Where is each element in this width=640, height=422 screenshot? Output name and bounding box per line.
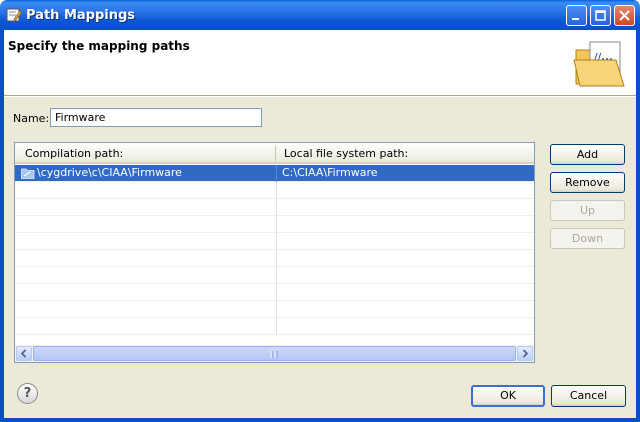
name-input[interactable] [50, 108, 262, 127]
table-row[interactable] [15, 233, 534, 250]
window-title: Path Mappings [26, 8, 136, 23]
local-path-cell: C:\CIAA\Firmware [282, 166, 378, 179]
window-frame-bottom [0, 418, 640, 422]
minimize-icon [572, 18, 579, 20]
scroll-thumb[interactable] [33, 346, 516, 361]
table-row[interactable] [15, 284, 534, 301]
close-button[interactable] [614, 5, 635, 26]
horizontal-scrollbar[interactable] [15, 345, 534, 362]
compilation-path-cell: \cygdrive\c\CIAA\Firmware [15, 165, 277, 182]
table-row[interactable] [15, 301, 534, 318]
window-frame-right [636, 30, 640, 422]
table-body: \cygdrive\c\CIAA\Firmware C:\CIAA\Firmwa… [15, 165, 534, 335]
up-button[interactable]: Up [550, 200, 625, 221]
table-header: Compilation path: Local file system path… [15, 143, 534, 164]
column-header-compilation-path[interactable]: Compilation path: [25, 147, 123, 160]
help-icon[interactable]: ? [17, 383, 38, 404]
chevron-right-icon [522, 349, 529, 358]
table-row[interactable] [15, 318, 534, 335]
remove-button[interactable]: Remove [550, 172, 625, 193]
minimize-button[interactable] [566, 5, 587, 26]
chevron-left-icon [20, 349, 27, 358]
scroll-left-button[interactable] [16, 346, 32, 361]
title-bar[interactable]: Path Mappings [0, 0, 640, 30]
grip-icon [270, 351, 278, 358]
add-button[interactable]: Add [550, 144, 625, 165]
folder-path-icon: //... [573, 41, 625, 87]
scroll-right-button[interactable] [517, 346, 533, 361]
maximize-button[interactable] [590, 5, 611, 26]
close-icon [619, 10, 630, 21]
table-row[interactable] [15, 199, 534, 216]
column-separator[interactable] [275, 146, 276, 161]
table-row[interactable] [15, 182, 534, 199]
table-row[interactable]: \cygdrive\c\CIAA\Firmware C:\CIAA\Firmwa… [15, 165, 534, 182]
table-row[interactable] [15, 216, 534, 233]
cancel-button[interactable]: Cancel [551, 385, 626, 407]
ok-button[interactable]: OK [471, 385, 545, 407]
table-row[interactable] [15, 250, 534, 267]
table-row[interactable] [15, 267, 534, 284]
path-mappings-table[interactable]: Compilation path: Local file system path… [14, 142, 535, 363]
folder-link-icon [21, 168, 35, 179]
compilation-path-text: \cygdrive\c\CIAA\Firmware [37, 166, 182, 179]
column-header-local-path[interactable]: Local file system path: [284, 147, 408, 160]
maximize-icon [595, 10, 606, 21]
name-label: Name: [13, 112, 50, 125]
edit-window-icon [6, 7, 22, 23]
banner-title: Specify the mapping paths [8, 39, 190, 53]
dialog-banner: Specify the mapping paths //... [4, 30, 636, 96]
down-button[interactable]: Down [550, 228, 625, 249]
